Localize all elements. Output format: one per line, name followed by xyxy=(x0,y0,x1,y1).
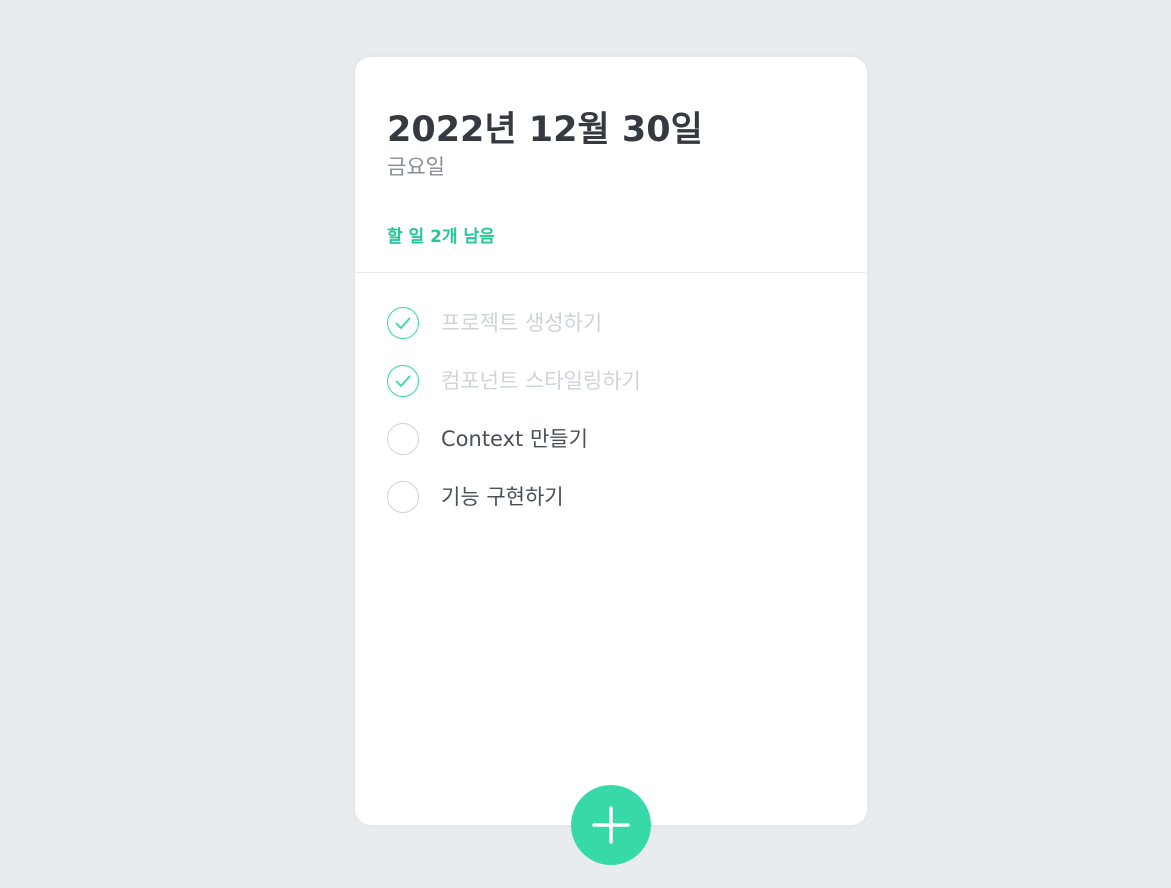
todo-item: 프로젝트 생성하기 xyxy=(387,294,835,352)
todo-head: 2022년 12월 30일 금요일 할 일 2개 남음 xyxy=(355,57,867,273)
todo-text: 프로젝트 생성하기 xyxy=(441,311,603,335)
todo-checkbox[interactable] xyxy=(387,423,419,455)
tasks-left-count: 할 일 2개 남음 xyxy=(387,227,495,247)
todo-text: Context 만들기 xyxy=(441,427,588,451)
todo-checkbox[interactable] xyxy=(387,481,419,513)
todo-item: 기능 구현하기 xyxy=(387,468,835,526)
check-icon xyxy=(395,317,411,329)
todo-item: 컴포넌트 스타일링하기 xyxy=(387,352,835,410)
todo-checkbox[interactable] xyxy=(387,365,419,397)
check-icon xyxy=(395,375,411,387)
todo-list: 프로젝트 생성하기 컴포넌트 스타일링하기 Context 만들기 기능 구현하… xyxy=(355,274,867,526)
todo-text: 컴포넌트 스타일링하기 xyxy=(441,369,641,393)
todo-item: Context 만들기 xyxy=(387,410,835,468)
todo-checkbox[interactable] xyxy=(387,307,419,339)
todo-template: 2022년 12월 30일 금요일 할 일 2개 남음 프로젝트 생성하기 컴포… xyxy=(355,57,867,825)
day-of-week: 금요일 xyxy=(387,155,445,179)
date-title: 2022년 12월 30일 xyxy=(387,110,703,150)
todo-text: 기능 구현하기 xyxy=(441,485,564,509)
add-todo-button[interactable] xyxy=(571,785,651,865)
plus-icon xyxy=(592,806,630,844)
